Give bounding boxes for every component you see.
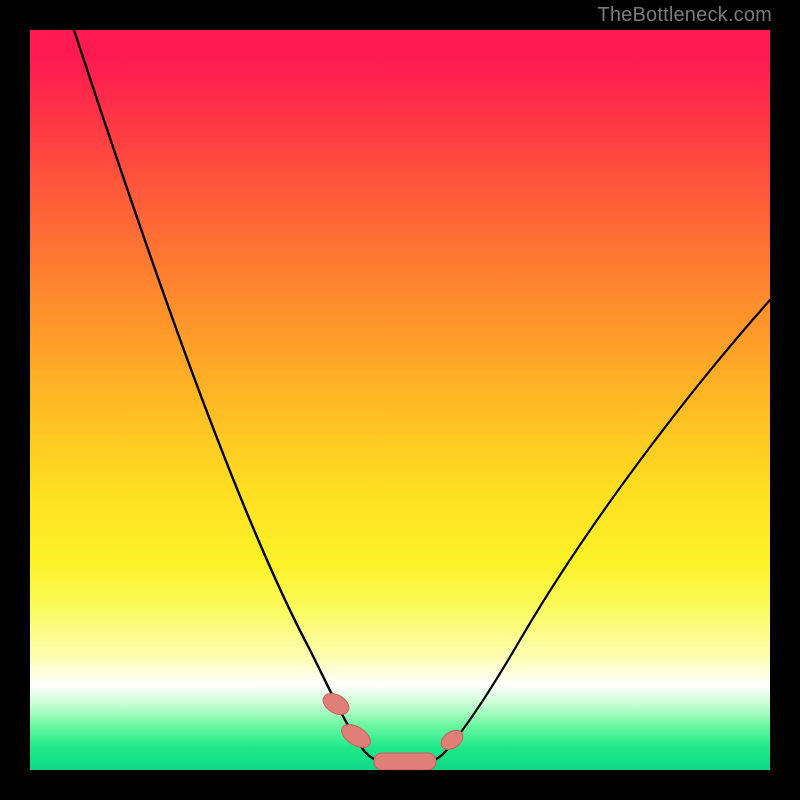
- left-descent-marker-top: [319, 689, 352, 719]
- bottleneck-curve: [30, 30, 770, 770]
- valley-floor-marker: [374, 753, 436, 770]
- watermark-text: TheBottleneck.com: [597, 4, 772, 27]
- chart-frame: TheBottleneck.com: [0, 0, 800, 800]
- plot-area: [30, 30, 770, 770]
- curve-left-branch: [74, 30, 365, 752]
- markers-group: [319, 689, 466, 770]
- curve-right-branch: [445, 300, 770, 752]
- left-descent-marker-bottom: [338, 720, 375, 752]
